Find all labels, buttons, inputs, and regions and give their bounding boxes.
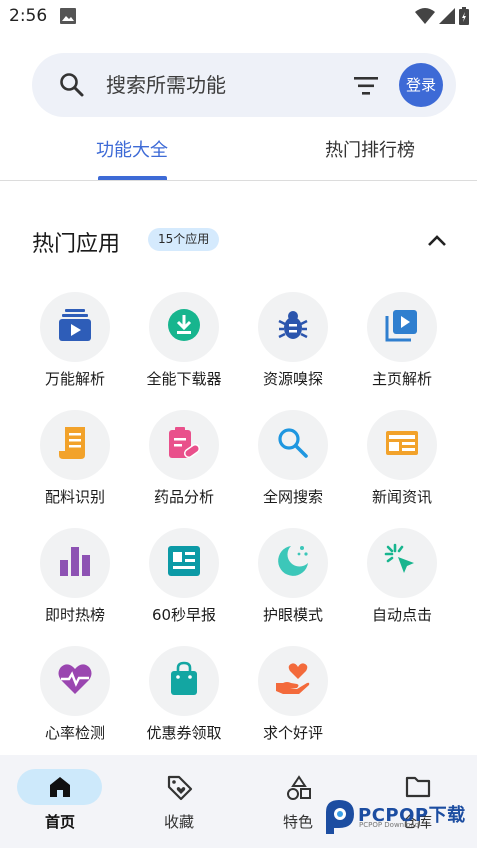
app-item-homepage-parse[interactable]: 主页解析 [347, 292, 457, 402]
app-label: 主页解析 [371, 370, 432, 388]
app-item-heart-rate[interactable]: 心率检测 [20, 646, 130, 756]
status-icons [415, 7, 469, 29]
app-icon-bg [40, 410, 110, 480]
login-button[interactable]: 登录 [399, 63, 443, 107]
app-item-coupons[interactable]: 优惠券领取 [129, 646, 239, 756]
app-label: 求个好评 [262, 724, 323, 742]
app-item-ingredient-scan[interactable]: 配料识别 [20, 410, 130, 520]
medicine-icon [166, 425, 202, 465]
app-icon-bg [258, 292, 328, 362]
video-library-icon [384, 307, 420, 347]
search-icon [275, 425, 311, 465]
app-label: 全能下载器 [146, 370, 222, 388]
nav-label: 收藏 [163, 813, 194, 831]
tab-all-features[interactable]: 功能大全 [96, 136, 168, 162]
receipt-icon [57, 425, 93, 465]
nav-item-home[interactable]: 首页 [0, 755, 120, 848]
section-title: 热门应用 [32, 232, 121, 257]
moon-icon [275, 543, 311, 583]
app-item-hot-list[interactable]: 即时热榜 [20, 528, 130, 638]
app-item-medicine-analysis[interactable]: 药品分析 [129, 410, 239, 520]
app-label: 万能解析 [44, 370, 105, 388]
app-item-resource-sniff[interactable]: 资源嗅探 [238, 292, 348, 402]
app-item-news[interactable]: 新闻资讯 [347, 410, 457, 520]
bar-chart-icon [57, 543, 93, 583]
bug-icon [275, 307, 311, 347]
watermark-subtext: PCPOP Download [359, 821, 420, 829]
app-label: 全网搜索 [262, 488, 323, 506]
cell-signal-icon [439, 8, 455, 28]
tab-hot-ranking[interactable]: 热门排行榜 [325, 136, 415, 162]
app-icon-bg [40, 528, 110, 598]
app-icon-bg [258, 528, 328, 598]
download-icon [166, 307, 202, 347]
tab-bar: 功能大全 热门排行榜 [0, 124, 477, 181]
app-icon-bg [149, 292, 219, 362]
wifi-icon [415, 8, 435, 28]
video-stack-icon [57, 307, 93, 347]
filter-icon[interactable] [352, 75, 380, 101]
app-item-auto-click[interactable]: 自动点击 [347, 528, 457, 638]
app-label: 即时热榜 [44, 606, 105, 624]
shopping-bag-icon [166, 661, 202, 701]
image-notification-icon [60, 8, 76, 28]
app-icon-bg [40, 646, 110, 716]
app-icon-bg [367, 528, 437, 598]
search-icon[interactable] [58, 71, 86, 103]
shapes-icon [286, 775, 312, 805]
app-label: 资源嗅探 [262, 370, 323, 388]
home-icon [48, 775, 72, 803]
cursor-click-icon [384, 543, 420, 583]
app-label: 自动点击 [371, 606, 432, 624]
app-label: 60秒早报 [151, 606, 217, 624]
app-item-rate-us[interactable]: 求个好评 [238, 646, 348, 756]
app-label: 优惠券领取 [146, 724, 222, 742]
article-icon [166, 543, 202, 583]
newspaper-icon [384, 425, 420, 465]
app-icon-bg [149, 528, 219, 598]
chevron-up-icon[interactable] [426, 232, 448, 251]
tag-heart-icon [167, 775, 193, 805]
app-item-universal-parse[interactable]: 万能解析 [20, 292, 130, 402]
app-icon-bg [149, 646, 219, 716]
status-bar: 2:56 [0, 0, 477, 34]
app-item-60s-news[interactable]: 60秒早报 [129, 528, 239, 638]
watermark-logo-icon [322, 798, 356, 840]
nav-label: 首页 [44, 813, 75, 831]
app-item-downloader[interactable]: 全能下载器 [129, 292, 239, 402]
app-item-web-search[interactable]: 全网搜索 [238, 410, 348, 520]
app-item-eye-care[interactable]: 护眼模式 [238, 528, 348, 638]
app-label: 药品分析 [153, 488, 214, 506]
app-icon-bg [149, 410, 219, 480]
search-input[interactable] [106, 71, 326, 99]
app-icon-bg [258, 410, 328, 480]
app-icon-bg [367, 292, 437, 362]
hand-heart-icon [275, 661, 311, 701]
app-icon-bg [258, 646, 328, 716]
search-bar: 登录 [32, 53, 456, 117]
app-icon-bg [367, 410, 437, 480]
app-label: 心率检测 [44, 724, 105, 742]
app-label: 配料识别 [44, 488, 105, 506]
heart-pulse-icon [57, 661, 93, 701]
app-label: 新闻资讯 [371, 488, 432, 506]
nav-item-favorites[interactable]: 收藏 [119, 755, 239, 848]
app-label: 护眼模式 [262, 606, 323, 624]
tab-indicator [98, 176, 167, 180]
app-icon-bg [40, 292, 110, 362]
battery-icon [459, 7, 469, 29]
watermark: PCPOP下载 PCPOP Download [322, 798, 472, 836]
app-count-badge: 15个应用 [148, 228, 220, 251]
status-time: 2:56 [9, 6, 48, 26]
